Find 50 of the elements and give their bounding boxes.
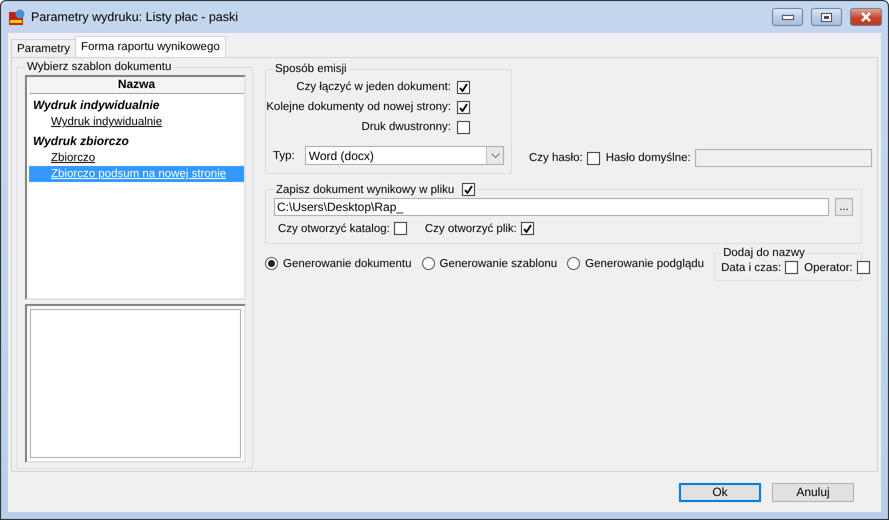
group-title: Wybierz szablon dokumentu xyxy=(26,61,172,73)
close-icon xyxy=(860,12,872,22)
checkbox[interactable] xyxy=(462,183,476,196)
checkbox[interactable] xyxy=(586,152,600,164)
tab[interactable]: Forma raportu wynikowego xyxy=(75,36,226,57)
group-title: Sposób emisji xyxy=(274,63,348,75)
group-title: Dodaj do nazwy xyxy=(722,247,806,259)
dialog-button[interactable]: Ok xyxy=(679,482,761,502)
radio-label: Generowanie dokumentu xyxy=(283,258,412,270)
tree-group-label[interactable]: Wydruk zbiorczo xyxy=(29,130,244,150)
maximize-button[interactable] xyxy=(811,8,842,26)
window-title: Parametry wydruku: Listy płac - paski xyxy=(31,10,240,24)
checkbox[interactable] xyxy=(856,261,870,274)
radio-button[interactable] xyxy=(265,257,278,270)
type-label: Typ: xyxy=(273,150,295,162)
option-label: Czy otworzyć plik: xyxy=(424,222,517,234)
chevron-down-icon xyxy=(490,153,500,158)
radio-button[interactable] xyxy=(567,257,580,270)
tab[interactable]: Parametry xyxy=(11,39,76,57)
checkbox[interactable] xyxy=(520,222,534,235)
option-label: Czy otworzyć katalog: xyxy=(278,222,390,234)
checkbox[interactable] xyxy=(457,100,470,114)
minimize-icon xyxy=(782,14,794,20)
password-label: Czy hasło: xyxy=(529,152,583,164)
option-label: Data i czas: xyxy=(721,262,782,274)
type-dropdown[interactable]: Word (docx) xyxy=(304,146,504,165)
default-password-label: Hasło domyślne: xyxy=(606,152,691,164)
tree-item[interactable]: Wydruk indywidualnie xyxy=(29,114,244,130)
group-title: Zapisz dokument wynikowy w pliku xyxy=(276,184,454,196)
path-field[interactable]: C:\Users\Desktop\Rap_ xyxy=(274,198,829,216)
app-icon xyxy=(9,9,25,25)
checkbox[interactable] xyxy=(785,261,798,274)
checkbox[interactable] xyxy=(457,80,470,94)
dialog-button[interactable]: Anuluj xyxy=(772,482,854,502)
radio-label: Generowanie podglądu xyxy=(585,258,704,270)
tree-item[interactable]: Zbiorczo xyxy=(29,150,244,166)
option-label: Druk dwustronny: xyxy=(362,121,451,133)
radio-button[interactable] xyxy=(422,257,434,270)
option-label: Kolejne dokumenty od nowej strony: xyxy=(266,101,451,113)
close-button[interactable] xyxy=(850,8,882,26)
column-header: Nazwa xyxy=(29,77,244,94)
checkbox[interactable] xyxy=(457,120,470,134)
checkbox[interactable] xyxy=(394,222,407,235)
minimize-button[interactable] xyxy=(772,8,803,26)
option-label: Operator: xyxy=(804,262,853,274)
maximize-icon xyxy=(821,12,832,22)
option-label: Czy łączyć w jeden dokument: xyxy=(296,81,451,93)
browse-button[interactable]: ... xyxy=(835,198,853,216)
radio-label: Generowanie szablonu xyxy=(440,258,558,270)
tree-group-label[interactable]: Wydruk indywidualnie xyxy=(29,94,244,114)
